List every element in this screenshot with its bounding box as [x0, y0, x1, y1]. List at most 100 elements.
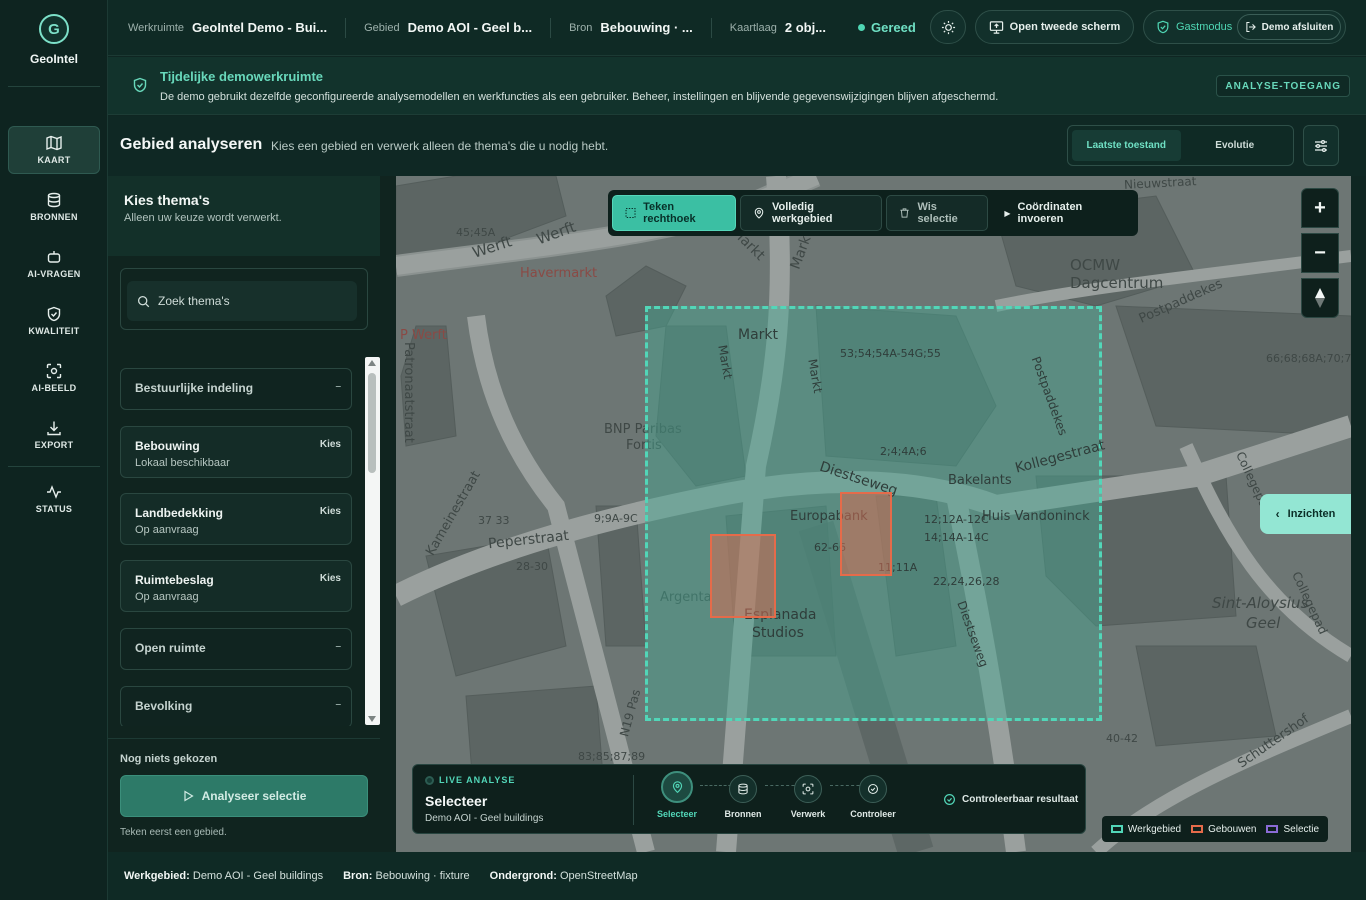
shield-check-icon	[47, 306, 61, 322]
map-label: 9;9A-9C	[594, 512, 638, 525]
database-icon	[47, 192, 61, 208]
sidebar-divider	[8, 466, 100, 467]
sun-icon	[941, 20, 955, 34]
theme-item-bestuurlijke-indeling[interactable]: Bestuurlijke indeling –	[120, 368, 352, 410]
zoom-out-button[interactable]: −	[1301, 233, 1339, 273]
sidebar-item-status[interactable]: STATUS	[8, 475, 100, 523]
zoom-in-button[interactable]: +	[1301, 188, 1339, 228]
monitor-icon	[989, 20, 1003, 34]
map-label: Markt	[738, 327, 779, 343]
map-label: P Werft	[400, 328, 447, 343]
theme-tag: –	[335, 699, 341, 710]
theme-item-bevolking[interactable]: Bevolking –	[120, 686, 352, 726]
enter-coordinates-button[interactable]: ▶ Coördinaten invoeren	[992, 195, 1134, 231]
check-circle-icon	[867, 783, 879, 795]
verifiable-result-label: Controleerbaar resultaat	[962, 794, 1079, 805]
close-demo-button[interactable]: Demo afsluiten	[1237, 14, 1341, 40]
sidebar-item-kwaliteit[interactable]: KWALITEIT	[8, 297, 100, 345]
chevron-left-icon: ‹	[1275, 507, 1280, 521]
map-label: OCMW	[1070, 256, 1121, 274]
theme-search-field[interactable]	[127, 281, 357, 321]
map-label: Diestseweg	[954, 599, 992, 669]
second-screen-label: Open tweede scherm	[1009, 21, 1121, 33]
map-icon	[46, 135, 62, 151]
theme-tag[interactable]: Kies	[320, 506, 341, 517]
building-polygon[interactable]	[840, 492, 892, 576]
theme-list-scrollbar[interactable]	[365, 357, 380, 725]
theme-item-ruimtebeslag[interactable]: Ruimtebeslag Op aanvraag Kies	[120, 560, 352, 612]
activity-icon	[47, 485, 61, 499]
layer-value: 2 obj...	[784, 20, 827, 35]
status-basemap: Ondergrond: OpenStreetMap	[490, 870, 638, 882]
layer-label: Kaartlaag	[729, 21, 777, 34]
layer-selector[interactable]: Kaartlaag 2 obj...	[712, 18, 844, 38]
theme-toggle-button[interactable]	[930, 10, 966, 44]
logo-text: GeoIntel	[29, 52, 78, 66]
theme-tag[interactable]: Kies	[320, 573, 341, 584]
map-label: Huis Vandoninck	[982, 509, 1090, 524]
status-source: Bron: Bebouwing · fixture	[343, 870, 470, 882]
full-area-button[interactable]: Volledig werkgebied	[739, 195, 883, 231]
theme-item-open-ruimte[interactable]: Open ruimte –	[120, 628, 352, 670]
theme-name: Landbedekking	[135, 506, 224, 520]
theme-item-landbedekking[interactable]: Landbedekking Op aanvraag Kies	[120, 493, 352, 545]
workspace-value: GeoIntel Demo - Bui...	[192, 20, 328, 35]
scroll-down-icon[interactable]	[368, 716, 376, 722]
themes-panel-footer: Nog niets gekozen Analyseer selectie Tek…	[108, 738, 380, 852]
sidebar-item-ai-beeld[interactable]: AI-BEELD	[8, 354, 100, 402]
step-circle	[661, 771, 693, 803]
selection-status: Nog niets gekozen	[120, 753, 218, 765]
second-screen-button[interactable]: Open tweede scherm	[975, 10, 1134, 44]
map-label: 14;14A-14C	[924, 531, 989, 544]
sidebar-item-ai-vragen[interactable]: AI-VRAGEN	[8, 240, 100, 288]
map-label: Markt	[715, 343, 736, 381]
sidebar-item-kaart[interactable]: KAART	[8, 126, 100, 174]
step-selecteer[interactable]: Selecteer	[647, 771, 707, 819]
guest-mode-group: Gastmodus Demo afsluiten	[1143, 10, 1346, 44]
logo[interactable]: G GeoIntel	[0, 14, 108, 66]
draw-rectangle-button[interactable]: Teken rechthoek	[612, 195, 736, 231]
step-circle	[729, 775, 757, 803]
theme-search	[120, 268, 368, 330]
compass-button[interactable]	[1301, 278, 1339, 318]
theme-subtext: Op aanvraag	[135, 591, 199, 603]
theme-subtext: Op aanvraag	[135, 524, 199, 536]
status-label: Werkgebied:	[124, 870, 190, 882]
insights-button[interactable]: ‹ Inzichten	[1260, 494, 1351, 534]
scan-icon	[46, 363, 62, 379]
source-selector[interactable]: Bron Bebouwing · ...	[551, 17, 712, 38]
step-verwerk[interactable]: Verwerk	[778, 775, 838, 819]
scan-icon	[802, 783, 814, 795]
sidebar-item-bronnen[interactable]: BRONNEN	[8, 183, 100, 231]
live-dot-icon	[425, 775, 434, 785]
full-area-label: Volledig werkgebied	[771, 201, 833, 225]
close-demo-label: Demo afsluiten	[1261, 21, 1334, 33]
status-value: Bebouwing · fixture	[375, 870, 470, 882]
map-view[interactable]: Nieuwstraat Werft Werft Havermarkt Markt…	[396, 176, 1351, 852]
database-icon	[738, 783, 748, 795]
theme-name: Bevolking	[135, 699, 193, 713]
scroll-thumb[interactable]	[368, 373, 376, 473]
map-pin-icon	[672, 780, 682, 793]
step-label: Selecteer	[656, 809, 698, 819]
page-header: Gebied analyseren Kies een gebied en ver…	[108, 116, 1366, 176]
theme-item-bebouwing[interactable]: Bebouwing Lokaal beschikbaar Kies	[120, 426, 352, 478]
filter-settings-button[interactable]	[1303, 125, 1339, 166]
verifiable-result: Controleerbaar resultaat	[943, 793, 1078, 806]
search-input[interactable]	[158, 294, 348, 308]
themes-panel: Kies thema's Alleen uw keuze wordt verwe…	[108, 176, 396, 852]
workspace-selector[interactable]: Werkruimte GeoIntel Demo - Bui...	[108, 17, 347, 38]
step-bronnen[interactable]: Bronnen	[713, 775, 773, 819]
analyse-selection-button[interactable]: Analyseer selectie	[120, 775, 368, 817]
tab-evolutie[interactable]: Evolutie	[1181, 130, 1290, 161]
scroll-up-icon[interactable]	[368, 360, 376, 366]
step-controleer[interactable]: Controleer	[843, 775, 903, 819]
status-label: Bron:	[343, 870, 373, 882]
area-selector[interactable]: Gebied Demo AOI - Geel b...	[346, 17, 552, 38]
banner-text: De demo gebruikt dezelfde geconfigureerd…	[160, 91, 999, 103]
theme-tag[interactable]: Kies	[320, 439, 341, 450]
sidebar-item-export[interactable]: EXPORT	[8, 411, 100, 459]
building-polygon[interactable]	[710, 534, 776, 618]
clear-selection-button[interactable]: Wis selectie	[886, 195, 989, 231]
tab-laatste-toestand[interactable]: Laatste toestand	[1072, 130, 1181, 161]
